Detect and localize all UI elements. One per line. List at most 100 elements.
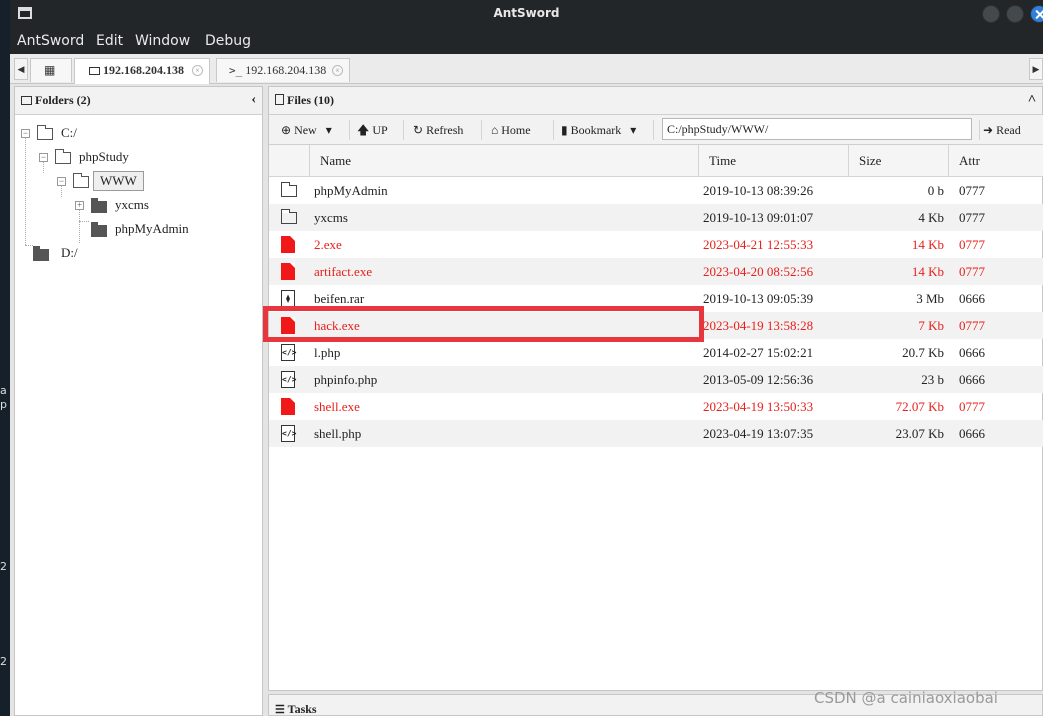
tree-node-d-drive[interactable]: D:/ bbox=[19, 243, 219, 263]
file-size: 14 Kb bbox=[911, 264, 944, 279]
file-size: 72.07 Kb bbox=[895, 399, 944, 414]
read-button[interactable]: ➜ Read bbox=[983, 119, 1021, 141]
table-row[interactable]: yxcms 2019-10-13 09:01:07 4 Kb 0777 bbox=[269, 204, 1043, 231]
app-frame: ◀ ▦ 192.168.204.138 × >_ 192.168.204.138 … bbox=[10, 54, 1043, 716]
tasks-title: Tasks bbox=[287, 702, 317, 716]
desktop-edge-char: 2 bbox=[0, 560, 7, 573]
menu-edit[interactable]: Edit bbox=[96, 33, 123, 49]
tree-node-yxcms[interactable]: + yxcms bbox=[73, 195, 273, 215]
file-attr: 0777 bbox=[959, 318, 985, 333]
tree-node-phpstudy[interactable]: − phpStudy bbox=[37, 147, 237, 167]
exe-file-icon bbox=[281, 317, 295, 334]
folder-icon bbox=[281, 182, 297, 197]
table-row[interactable]: hack.exe 2023-04-19 13:58:28 7 Kb 0777 bbox=[269, 312, 1043, 339]
tree-label: D:/ bbox=[61, 245, 78, 260]
home-button[interactable]: ⌂ Home bbox=[491, 119, 531, 141]
tab-scroll-left-button[interactable]: ◀ bbox=[14, 58, 28, 80]
file-time: 2014-02-27 15:02:21 bbox=[703, 345, 814, 360]
window-title: AntSword bbox=[493, 6, 560, 20]
collapse-icon[interactable]: − bbox=[57, 177, 66, 186]
file-size: 23.07 Kb bbox=[895, 426, 944, 441]
file-attr: 0777 bbox=[959, 183, 985, 198]
table-row[interactable]: artifact.exe 2023-04-20 08:52:56 14 Kb 0… bbox=[269, 258, 1043, 285]
read-label: Read bbox=[996, 123, 1021, 137]
file-name: artifact.exe bbox=[314, 264, 373, 279]
column-name[interactable]: Name bbox=[309, 145, 698, 177]
tree-node-phpmyadmin[interactable]: phpMyAdmin bbox=[73, 219, 273, 239]
file-time: 2013-05-09 12:56:36 bbox=[703, 372, 814, 387]
tree-node-www[interactable]: − WWW bbox=[55, 171, 255, 191]
tab-home[interactable]: ▦ bbox=[30, 58, 72, 82]
file-attr: 0666 bbox=[959, 345, 985, 360]
collapse-left-icon[interactable]: ‹ bbox=[251, 87, 256, 113]
menu-debug[interactable]: Debug bbox=[205, 33, 251, 49]
tab-close-icon[interactable]: × bbox=[332, 65, 343, 76]
folder-icon bbox=[281, 209, 297, 224]
code-file-icon: </> bbox=[281, 425, 296, 442]
expand-icon[interactable]: + bbox=[75, 201, 84, 210]
table-row[interactable]: phpMyAdmin 2019-10-13 08:39:26 0 b 0777 bbox=[269, 177, 1043, 204]
tab-terminal[interactable]: >_ 192.168.204.138 × bbox=[216, 58, 350, 82]
exe-file-icon bbox=[281, 263, 295, 280]
file-time: 2023-04-19 13:07:35 bbox=[703, 426, 814, 441]
file-attr: 0666 bbox=[959, 372, 985, 387]
file-size: 20.7 Kb bbox=[902, 345, 944, 360]
desktop-edge-char: p bbox=[0, 398, 7, 411]
column-size[interactable]: Size bbox=[848, 145, 948, 177]
tab-file-manager[interactable]: 192.168.204.138 × bbox=[74, 58, 210, 84]
refresh-button[interactable]: ↻ Refresh bbox=[413, 119, 463, 141]
table-row[interactable]: 2.exe 2023-04-21 12:55:33 14 Kb 0777 bbox=[269, 231, 1043, 258]
desktop-edge: a p 2 2 bbox=[0, 0, 10, 716]
file-attr: 0777 bbox=[959, 264, 985, 279]
exe-file-icon bbox=[281, 398, 295, 415]
up-label: UP bbox=[372, 123, 388, 137]
folders-header: Folders (2) ‹ bbox=[15, 87, 262, 115]
files-panel: Files (10) ˄ ⊕ New ▾ 🡅 UP ↻ Refresh ⌂ Ho… bbox=[268, 86, 1043, 691]
title-bar: AntSword bbox=[10, 0, 1043, 28]
collapse-up-icon[interactable]: ˄ bbox=[1028, 87, 1036, 113]
table-row[interactable]: </> phpinfo.php 2013-05-09 12:56:36 23 b… bbox=[269, 366, 1043, 393]
close-button[interactable] bbox=[1030, 5, 1043, 23]
folder-icon bbox=[89, 67, 100, 75]
table-row[interactable]: </> l.php 2014-02-27 15:02:21 20.7 Kb 06… bbox=[269, 339, 1043, 366]
new-button[interactable]: ⊕ New ▾ bbox=[281, 119, 332, 141]
tree-label: phpMyAdmin bbox=[115, 221, 189, 236]
bookmark-label: Bookmark bbox=[570, 123, 622, 137]
file-name: shell.exe bbox=[314, 399, 360, 414]
folder-icon bbox=[55, 149, 71, 164]
table-row[interactable]: ⧫ beifen.rar 2019-10-13 09:05:39 3 Mb 06… bbox=[269, 285, 1043, 312]
file-attr: 0666 bbox=[959, 426, 985, 441]
file-name: l.php bbox=[314, 345, 341, 360]
tree-line bbox=[25, 131, 26, 245]
up-button[interactable]: 🡅 UP bbox=[357, 119, 388, 141]
column-time[interactable]: Time bbox=[698, 145, 848, 177]
files-toolbar: ⊕ New ▾ 🡅 UP ↻ Refresh ⌂ Home ▮ Bookmark… bbox=[269, 115, 1043, 145]
tab-close-icon[interactable]: × bbox=[192, 65, 203, 76]
menu-antsword[interactable]: AntSword bbox=[17, 33, 84, 49]
column-attr[interactable]: Attr bbox=[948, 145, 1043, 177]
folder-outline-icon bbox=[21, 96, 32, 105]
refresh-label: Refresh bbox=[426, 123, 464, 137]
collapse-icon[interactable]: − bbox=[39, 153, 48, 162]
watermark: CSDN @a cainiaoxiaobai bbox=[814, 689, 998, 707]
file-attr: 0777 bbox=[959, 237, 985, 252]
table-row[interactable]: </> shell.php 2023-04-19 13:07:35 23.07 … bbox=[269, 420, 1043, 447]
file-name: phpinfo.php bbox=[314, 372, 378, 387]
maximize-button[interactable] bbox=[1006, 5, 1024, 23]
tree-node-c-drive[interactable]: − C:/ bbox=[19, 123, 219, 143]
menu-bar: AntSword Edit Window Debug bbox=[10, 28, 1043, 54]
collapse-icon[interactable]: − bbox=[21, 129, 30, 138]
file-time: 2023-04-21 12:55:33 bbox=[703, 237, 814, 252]
bookmark-button[interactable]: ▮ Bookmark ▾ bbox=[561, 119, 636, 141]
menu-window[interactable]: Window bbox=[135, 33, 190, 49]
file-time: 2019-10-13 08:39:26 bbox=[703, 183, 814, 198]
files-title: Files (10) bbox=[287, 93, 334, 107]
new-label: New bbox=[294, 123, 317, 137]
file-size: 23 b bbox=[921, 372, 944, 387]
table-row[interactable]: shell.exe 2023-04-19 13:50:33 72.07 Kb 0… bbox=[269, 393, 1043, 420]
folder-tree: − C:/ − phpStudy − WWW + yxcms phpMyAdmi… bbox=[15, 115, 262, 715]
desktop-edge-char: a bbox=[0, 384, 7, 397]
tab-scroll-right-button[interactable]: ▶ bbox=[1029, 58, 1043, 80]
path-input[interactable] bbox=[662, 118, 972, 140]
minimize-button[interactable] bbox=[982, 5, 1000, 23]
